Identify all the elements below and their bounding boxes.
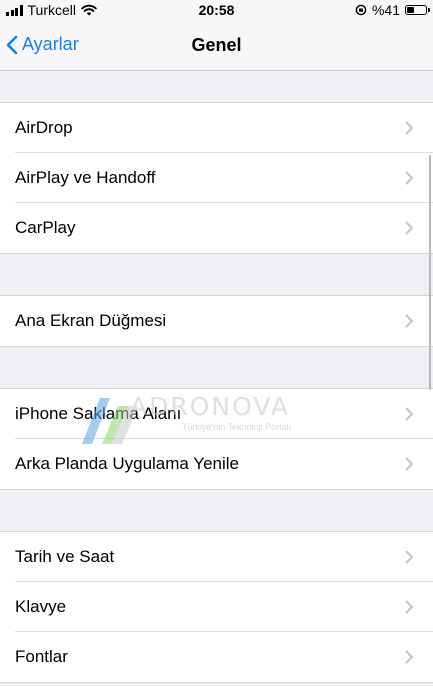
settings-group: Ana Ekran Düğmesi	[0, 295, 433, 347]
chevron-right-icon	[405, 221, 413, 235]
settings-item-label: Fontlar	[15, 647, 68, 666]
chevron-right-icon	[405, 121, 413, 135]
settings-group: Tarih ve Saat Klavye Fontlar	[0, 531, 433, 683]
chevron-right-icon	[405, 407, 413, 421]
settings-item-label: Klavye	[15, 597, 67, 616]
status-right: %41	[355, 2, 430, 18]
settings-item-date-time[interactable]: Tarih ve Saat	[0, 532, 433, 582]
chevron-right-icon	[405, 457, 413, 471]
page-title: Genel	[191, 35, 242, 55]
status-bar: Turkcell 20:58 %41	[0, 0, 433, 22]
settings-item-airdrop[interactable]: AirDrop	[0, 103, 433, 153]
settings-item-label: Ana Ekran Düğmesi	[15, 311, 167, 330]
settings-item-fonts[interactable]: Fontlar	[0, 631, 433, 682]
settings-item-keyboard[interactable]: Klavye	[0, 581, 433, 632]
settings-item-home-button[interactable]: Ana Ekran Düğmesi	[0, 296, 433, 346]
settings-item-label: Arka Planda Uygulama Yenile	[15, 454, 239, 473]
settings-item-airplay-handoff[interactable]: AirPlay ve Handoff	[0, 152, 433, 203]
chevron-right-icon	[405, 171, 413, 185]
chevron-right-icon	[405, 550, 413, 564]
settings-item-label: CarPlay	[15, 218, 76, 237]
settings-group: AirDrop AirPlay ve Handoff CarPlay	[0, 102, 433, 254]
watermark-text: ADRONOVA	[130, 392, 290, 421]
watermark-tagline: Türkiye'nin Teknoloji Portalı	[182, 422, 292, 432]
nav-bar: Ayarlar Genel	[0, 22, 433, 71]
settings-list: AirDrop AirPlay ve Handoff CarPlay Ana E…	[0, 71, 433, 683]
chevron-right-icon	[405, 650, 413, 664]
orientation-lock-icon	[355, 4, 367, 16]
chevron-right-icon	[405, 600, 413, 614]
battery-fill	[407, 7, 414, 13]
settings-item-label: Tarih ve Saat	[15, 547, 115, 566]
settings-item-label: AirDrop	[15, 118, 73, 137]
battery-icon	[405, 5, 430, 15]
settings-item-carplay[interactable]: CarPlay	[0, 202, 433, 253]
chevron-right-icon	[405, 314, 413, 328]
watermark: ADRONOVA Türkiye'nin Teknoloji Portalı	[78, 392, 338, 448]
scroll-indicator[interactable]	[428, 155, 431, 390]
settings-item-label: AirPlay ve Handoff	[15, 168, 156, 187]
battery-percent: %41	[371, 2, 400, 18]
